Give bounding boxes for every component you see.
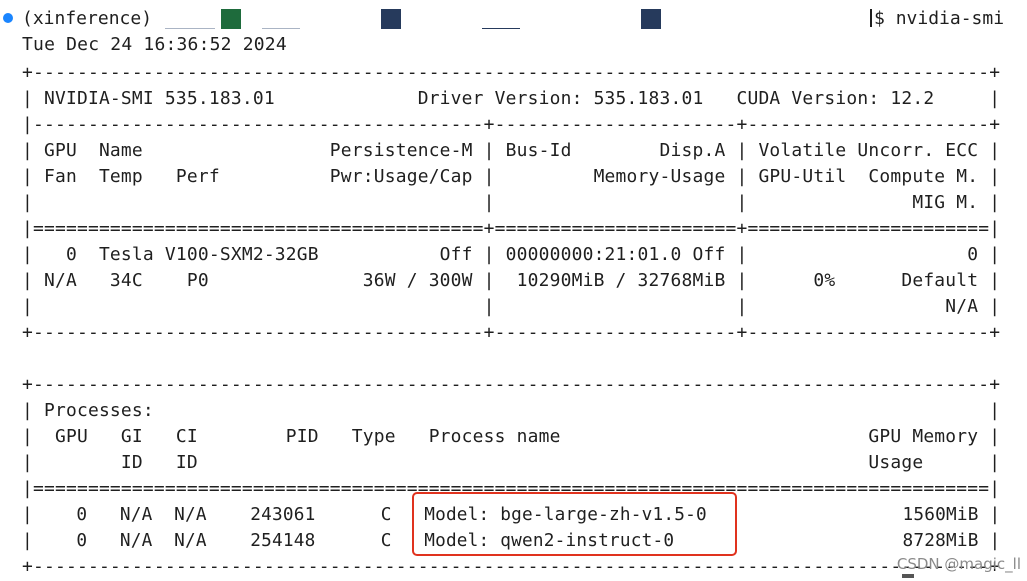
command-text: nvidia-smi [895, 8, 1005, 29]
prompt-status-icon [3, 13, 13, 23]
process-name-highlight [412, 492, 737, 556]
watermark: CSDN @magic_ll [896, 555, 1021, 573]
redacted-prompt-segment [641, 9, 661, 29]
gpu-column-header: | Fan Temp Perf Pwr:Usage/Cap | Memory-U… [22, 166, 1001, 187]
cursor-indicator [902, 574, 914, 578]
redacted-prompt-segment [221, 9, 241, 29]
gpu-row: | | | N/A | [22, 296, 1001, 317]
redacted-prompt-segment [165, 9, 215, 29]
processes-title: | Processes: | [22, 400, 1001, 421]
smi-version-line: | NVIDIA-SMI 535.183.01 Driver Version: … [22, 88, 1001, 109]
prompt-command: $ nvidia-smi [870, 6, 1004, 32]
redacted-prompt-segment [381, 9, 401, 29]
processes-column-header: | GPU GI CI PID Type Process name GPU Me… [22, 426, 1001, 447]
redacted-prompt-segment [482, 9, 520, 29]
gpu-row: | 0 Tesla V100-SXM2-32GB Off | 00000000:… [22, 244, 1001, 265]
prompt-env-name: (xinference) [22, 8, 153, 29]
table-border: +---------------------------------------… [22, 374, 1001, 395]
gpu-column-header: | | | MIG M. | [22, 192, 1001, 213]
table-border: +---------------------------------------… [22, 62, 1001, 83]
gpu-row: | N/A 34C P0 36W / 300W | 10290MiB / 327… [22, 270, 1001, 291]
terminal-output[interactable]: (xinference) $ nvidia-smi Tue Dec 24 16:… [0, 0, 1027, 581]
redacted-prompt-segment [262, 9, 300, 29]
table-border: +---------------------------------------… [22, 322, 1001, 343]
table-border: +---------------------------------------… [22, 556, 1001, 577]
prompt-symbol: $ [874, 8, 885, 29]
gpu-column-header: | GPU Name Persistence-M | Bus-Id Disp.A… [22, 140, 1001, 161]
table-border: |=======================================… [22, 218, 1001, 239]
table-border: |---------------------------------------… [22, 114, 1001, 135]
timestamp: Tue Dec 24 16:36:52 2024 [22, 34, 287, 55]
text-cursor-icon [870, 9, 872, 27]
processes-column-header: | ID ID Usage | [22, 452, 1001, 473]
